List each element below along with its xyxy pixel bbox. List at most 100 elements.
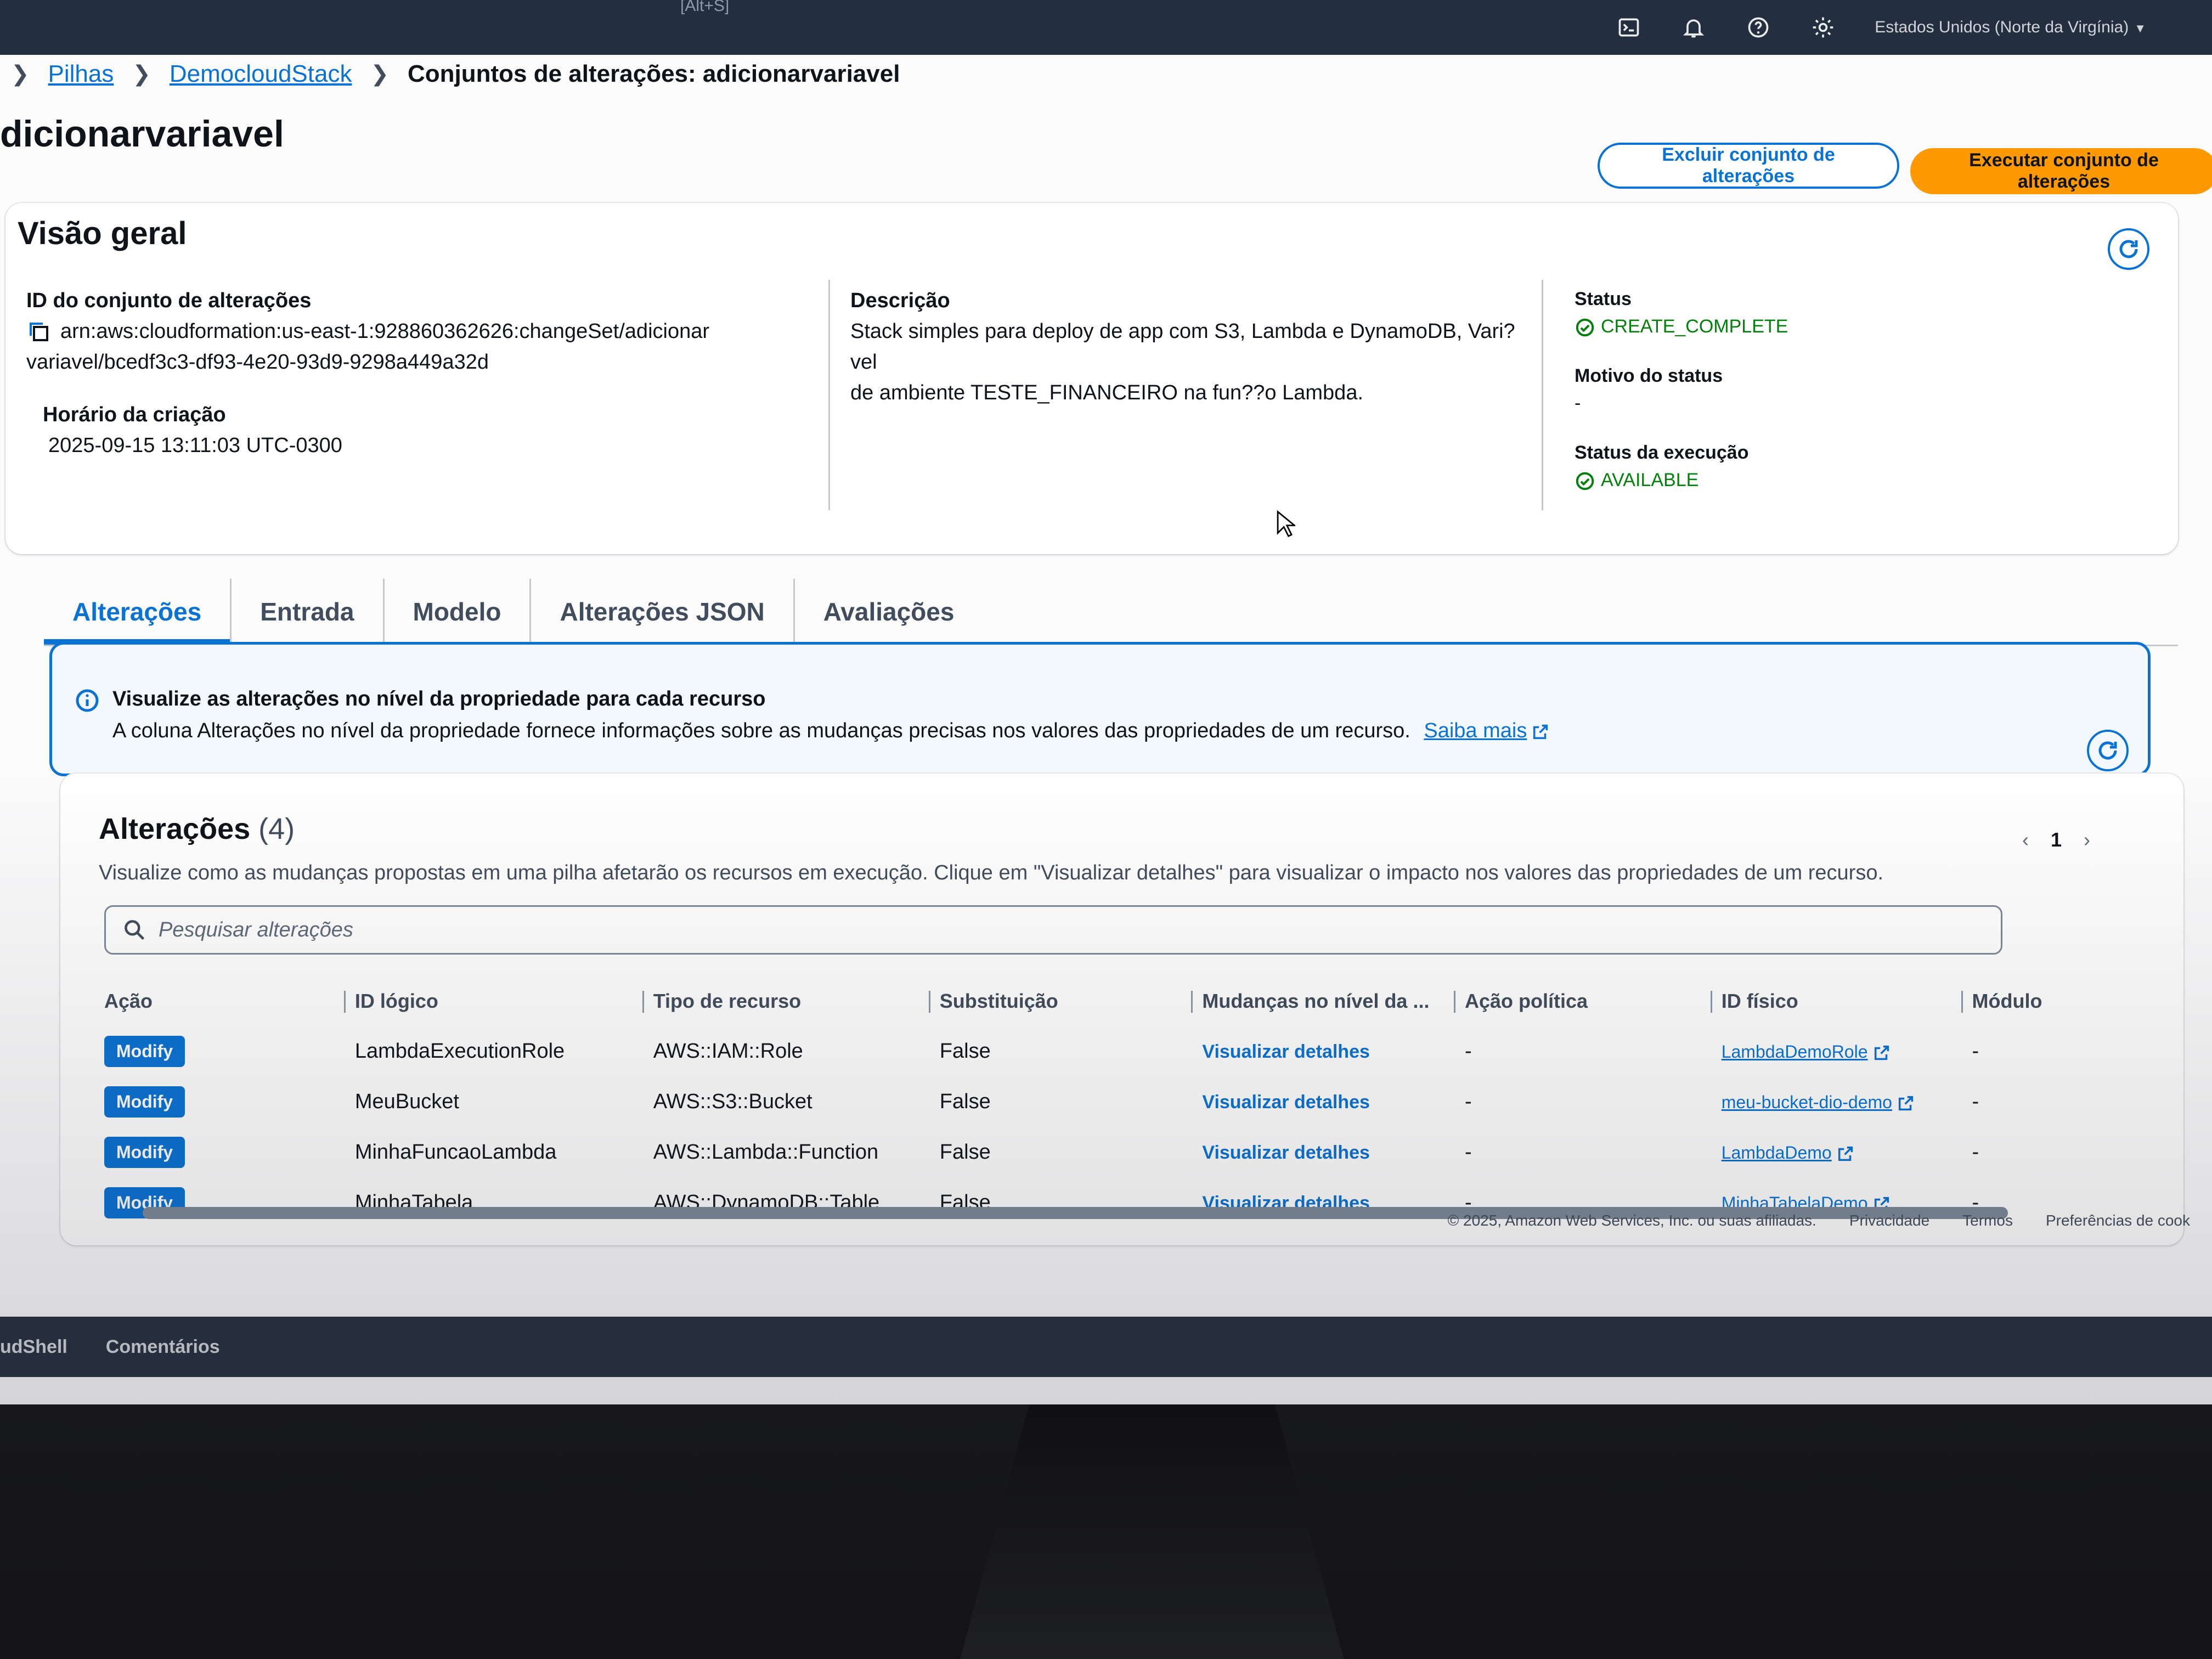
next-page-icon[interactable]: › — [2084, 828, 2090, 851]
region-selector[interactable]: Estados Unidos (Norte da Virgínia) ▼ — [1875, 18, 2146, 37]
overview-title: Visão geral — [18, 216, 187, 251]
top-nav-bar: [Alt+S] Estados Unidos (Norte da Virgíni… — [0, 0, 2212, 55]
created-value: 2025-09-15 13:11:03 UTC-0300 — [48, 434, 342, 457]
delete-changeset-button[interactable]: Excluir conjunto de alterações — [1598, 143, 1899, 189]
action-badge: Modify — [104, 1136, 185, 1168]
refresh-icon — [2119, 240, 2138, 258]
external-link-icon — [1838, 1146, 1853, 1161]
table-header-row: Ação ID lógico Tipo de recurso Substitui… — [93, 977, 2134, 1026]
view-details-link[interactable]: Visualizar detalhes — [1202, 1142, 1370, 1163]
exec-status-label: Status da execução — [1575, 442, 1749, 463]
current-page[interactable]: 1 — [2051, 828, 2062, 851]
help-icon[interactable] — [1745, 14, 1771, 41]
physical-id-link[interactable]: LambdaDemoRole — [1722, 1042, 1891, 1062]
status-reason-value: - — [1575, 393, 1581, 414]
overview-refresh-button[interactable] — [2108, 228, 2149, 270]
changes-table: Ação ID lógico Tipo de recurso Substitui… — [93, 977, 2134, 1228]
col-logical-id[interactable]: ID lógico — [343, 977, 642, 1026]
physical-id-link[interactable]: meu-bucket-dio-demo — [1722, 1092, 1915, 1112]
changes-title-text: Alterações — [99, 812, 251, 845]
status-value: CREATE_COMPLETE — [1575, 313, 2068, 340]
tab-template[interactable]: Modelo — [385, 579, 532, 645]
resource-type-cell: AWS::Lambda::Function — [653, 1140, 879, 1164]
feedback-link[interactable]: Comentários — [106, 1336, 220, 1358]
external-link-icon — [1533, 724, 1548, 740]
col-resource-type[interactable]: Tipo de recurso — [642, 977, 929, 1026]
resource-type-cell: AWS::S3::Bucket — [653, 1090, 812, 1113]
changeset-id-column: ID do conjunto de alterações arn:aws:clo… — [26, 285, 822, 461]
col-action[interactable]: Ação — [93, 977, 344, 1026]
column-divider — [1542, 280, 1543, 510]
physical-id-text: LambdaDemoRole — [1721, 1041, 1868, 1062]
breadcrumb-stacks-link[interactable]: Pilhas — [48, 60, 114, 88]
bell-icon[interactable] — [1680, 14, 1707, 41]
footer-terms-link[interactable]: Termos — [1962, 1212, 2013, 1229]
changeset-id-label: ID do conjunto de alterações — [26, 289, 312, 312]
policy-action-cell: - — [1464, 1039, 1472, 1063]
description-line2: de ambiente TESTE_FINANCEIRO na fun??o L… — [850, 381, 1364, 404]
gear-icon[interactable] — [1810, 14, 1836, 41]
monitor-screen: [Alt+S] Estados Unidos (Norte da Virgíni… — [0, 0, 2212, 1404]
status-text: CREATE_COMPLETE — [1601, 316, 1788, 337]
col-policy-action[interactable]: Ação política — [1453, 977, 1711, 1026]
physical-id-text: meu-bucket-dio-demo — [1721, 1092, 1892, 1112]
status-label: Status — [1575, 289, 1632, 309]
status-reason-label: Motivo do status — [1575, 365, 1723, 386]
logical-id-cell: MinhaFuncaoLambda — [354, 1140, 557, 1164]
changes-description: Visualize como as mudanças propostas em … — [99, 861, 1884, 884]
physical-id-link[interactable]: LambdaDemo — [1722, 1143, 1855, 1163]
cloudshell-link[interactable]: udShell — [0, 1336, 67, 1358]
col-module[interactable]: Módulo — [1961, 977, 2134, 1026]
changes-refresh-button[interactable] — [2087, 730, 2129, 771]
logical-id-cell: LambdaExecutionRole — [354, 1039, 565, 1063]
search-input[interactable]: Pesquisar alterações — [104, 905, 2002, 955]
changes-panel: Alterações (4) Visualize como as mudança… — [60, 730, 2183, 1245]
breadcrumb-stack-link[interactable]: DemocloudStack — [170, 60, 352, 88]
search-icon — [125, 920, 145, 940]
prev-page-icon[interactable]: ‹ — [2022, 828, 2029, 851]
chevron-right-icon: ❯ — [11, 62, 30, 86]
page-title: dicionarvariavel — [0, 113, 284, 155]
cloudshell-icon[interactable] — [1616, 14, 1642, 41]
mouse-cursor-icon — [1277, 510, 1295, 538]
learn-more-link[interactable]: Saiba mais — [1424, 719, 1550, 742]
copyright-text: © 2025, Amazon Web Services, Inc. ou sua… — [1447, 1212, 1816, 1229]
tab-list: Alterações Entrada Modelo Alterações JSO… — [44, 579, 983, 645]
column-divider — [828, 280, 830, 510]
alert-body-line: A coluna Alterações no nível da propried… — [112, 715, 2126, 747]
table-row: Modify LambdaExecutionRole AWS::IAM::Rol… — [93, 1026, 2134, 1076]
breadcrumb-current: Conjuntos de alterações: adicionarvariav… — [408, 60, 900, 87]
info-icon — [76, 689, 99, 712]
search-placeholder: Pesquisar alterações — [159, 918, 353, 941]
tab-changes[interactable]: Alterações — [44, 579, 232, 645]
search-shortcut-hint: [Alt+S] — [680, 0, 730, 15]
view-details-link[interactable]: Visualizar detalhes — [1202, 1041, 1370, 1062]
copy-icon[interactable] — [26, 319, 53, 346]
changeset-id-line1: arn:aws:cloudformation:us-east-1:9288603… — [60, 320, 710, 343]
tab-input[interactable]: Entrada — [232, 579, 385, 645]
action-badge: Modify — [104, 1086, 185, 1118]
module-cell: - — [1972, 1140, 1979, 1164]
info-alert: Visualize as alterações no nível da prop… — [49, 642, 2151, 776]
status-column: Status CREATE_COMPLETE Motivo do status … — [1575, 285, 2068, 494]
module-cell: - — [1972, 1090, 1979, 1113]
col-replacement[interactable]: Substituição — [928, 977, 1192, 1026]
col-property-changes[interactable]: Mudanças no nível da ... — [1191, 977, 1454, 1026]
tab-evaluations[interactable]: Avaliações — [795, 579, 983, 645]
module-cell: - — [1972, 1039, 1979, 1063]
description-column: Descrição Stack simples para deploy de a… — [850, 285, 1542, 408]
replacement-cell: False — [939, 1039, 991, 1063]
chevron-right-icon: ❯ — [370, 62, 389, 86]
footer-cookie-prefs-link[interactable]: Preferências de cook — [2046, 1212, 2190, 1229]
col-physical-id[interactable]: ID físico — [1710, 977, 1961, 1026]
view-details-link[interactable]: Visualizar detalhes — [1202, 1092, 1370, 1113]
caret-down-icon: ▼ — [2134, 21, 2146, 35]
exec-status-text: AVAILABLE — [1601, 470, 1699, 490]
footer-privacy-link[interactable]: Privacidade — [1849, 1212, 1929, 1229]
learn-more-label: Saiba mais — [1424, 719, 1527, 742]
replacement-cell: False — [939, 1090, 991, 1113]
check-circle-icon — [1576, 472, 1594, 490]
console-bottom-bar: udShell Comentários — [0, 1317, 2212, 1377]
tab-json-changes[interactable]: Alterações JSON — [531, 579, 795, 645]
execute-changeset-button[interactable]: Executar conjunto de alterações — [1910, 148, 2212, 194]
